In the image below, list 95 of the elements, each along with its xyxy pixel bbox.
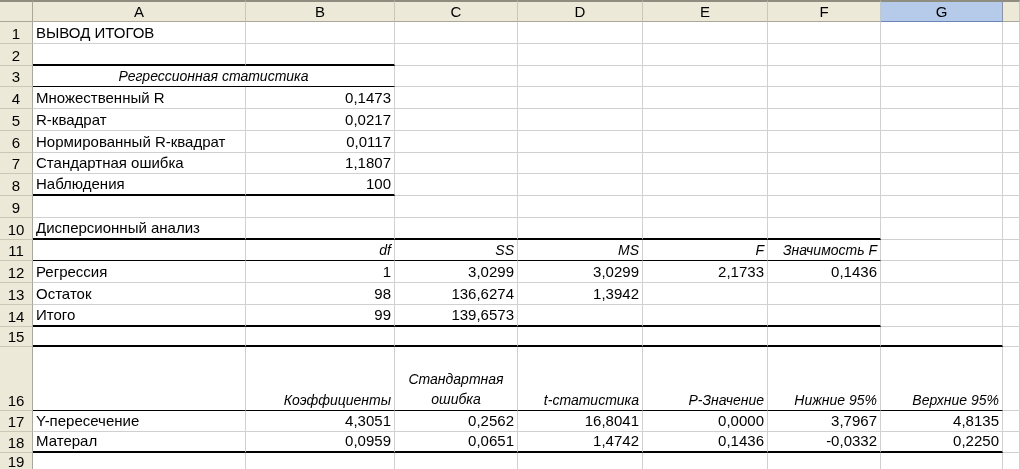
- table-cell: 1,1807: [246, 152, 395, 175]
- table-cell: 3,7967: [768, 410, 881, 432]
- row-header[interactable]: 6: [0, 130, 33, 153]
- table-cell: Множественный R: [33, 87, 246, 109]
- table-cell: 139,6573: [395, 304, 518, 327]
- empty-cell: [1003, 65, 1020, 88]
- column-header[interactable]: C: [395, 0, 518, 22]
- table-cell: 3,0299: [518, 261, 643, 283]
- row-header[interactable]: 11: [0, 239, 33, 262]
- empty-cell: [1003, 239, 1020, 262]
- table-cell: P-Значение: [643, 346, 768, 411]
- table-cell: 0,0959: [246, 431, 395, 453]
- table-cell: 16,8041: [518, 410, 643, 432]
- table-cell: Коэффициенты: [246, 346, 395, 411]
- table-cell: 3,0299: [395, 261, 518, 283]
- table-cell: Регрессия: [33, 261, 246, 283]
- empty-cell: [1003, 346, 1020, 411]
- table-cell: Итого: [33, 304, 246, 327]
- row-header[interactable]: 1: [0, 22, 33, 44]
- table-cell: Значимость F: [768, 239, 881, 262]
- row-header[interactable]: 9: [0, 196, 33, 218]
- table-cell: Нижние 95%: [768, 346, 881, 411]
- row-header[interactable]: 4: [0, 87, 33, 109]
- empty-cell: [1003, 410, 1020, 432]
- column-header[interactable]: D: [518, 0, 643, 22]
- table-cell: 0,0651: [395, 431, 518, 453]
- table-cell: 0,0217: [246, 109, 395, 131]
- table-cell: 0,2250: [881, 431, 1003, 453]
- select-all-corner[interactable]: [0, 0, 33, 22]
- row-header[interactable]: 16: [0, 346, 33, 411]
- table-cell: Матерал: [33, 431, 246, 453]
- row-header[interactable]: 3: [0, 65, 33, 88]
- table-cell: Дисперсионный анализ: [33, 217, 246, 240]
- column-header[interactable]: [1003, 0, 1020, 22]
- table-cell: -0,0332: [768, 431, 881, 453]
- empty-cell: [1003, 174, 1020, 196]
- column-header[interactable]: F: [768, 0, 881, 22]
- row-header[interactable]: 13: [0, 283, 33, 305]
- empty-cell: [1003, 217, 1020, 240]
- empty-cell: [1003, 109, 1020, 131]
- row-header[interactable]: 17: [0, 410, 33, 432]
- empty-cell: [1003, 431, 1020, 453]
- table-cell: 100: [246, 174, 395, 196]
- empty-cell: [1003, 326, 1020, 347]
- empty-cell: [1003, 304, 1020, 327]
- table-cell: 4,3051: [246, 410, 395, 432]
- column-header[interactable]: E: [643, 0, 768, 22]
- table-cell: 99: [246, 304, 395, 327]
- table-cell: R-квадрат: [33, 109, 246, 131]
- row-header[interactable]: 15: [0, 326, 33, 347]
- column-header[interactable]: G: [881, 0, 1003, 22]
- table-cell: Y-пересечение: [33, 410, 246, 432]
- table-cell: MS: [518, 239, 643, 262]
- table-cell: Наблюдения: [33, 174, 246, 196]
- empty-cell: [1003, 43, 1020, 66]
- empty-cell: [1003, 87, 1020, 109]
- table-cell: 136,6274: [395, 283, 518, 305]
- table-cell: Стандартная ошибка: [395, 346, 518, 411]
- table-cell: 0,1473: [246, 87, 395, 109]
- table-cell: SS: [395, 239, 518, 262]
- table-cell: 2,1733: [643, 261, 768, 283]
- table-cell: 1,4742: [518, 431, 643, 453]
- table-cell: Регрессионная статистика: [33, 65, 395, 88]
- table-cell: 1,3942: [518, 283, 643, 305]
- row-header[interactable]: 7: [0, 152, 33, 175]
- empty-cell: [1003, 196, 1020, 218]
- row-header[interactable]: 14: [0, 304, 33, 327]
- row-header[interactable]: 12: [0, 261, 33, 283]
- row-header[interactable]: 10: [0, 217, 33, 240]
- table-cell: Нормированный R-квадрат: [33, 130, 246, 153]
- row-header[interactable]: 2: [0, 43, 33, 66]
- row-header[interactable]: 8: [0, 174, 33, 196]
- empty-cell: [1003, 152, 1020, 175]
- table-cell: 4,8135: [881, 410, 1003, 432]
- row-header[interactable]: 18: [0, 431, 33, 453]
- table-cell: 0,1436: [768, 261, 881, 283]
- table-cell: 0,0117: [246, 130, 395, 153]
- table-cell: df: [246, 239, 395, 262]
- empty-cell: [1003, 130, 1020, 153]
- empty-cell: [1003, 283, 1020, 305]
- table-cell: Стандартная ошибка: [33, 152, 246, 175]
- column-header[interactable]: B: [246, 0, 395, 22]
- empty-cell: [1003, 261, 1020, 283]
- table-cell: 1: [246, 261, 395, 283]
- table-cell: F: [643, 239, 768, 262]
- table-cell: Остаток: [33, 283, 246, 305]
- table-cell: 0,2562: [395, 410, 518, 432]
- row-header[interactable]: 5: [0, 109, 33, 131]
- table-cell: t-статистика: [518, 346, 643, 411]
- table-cell: 0,1436: [643, 431, 768, 453]
- table-cell: 0,0000: [643, 410, 768, 432]
- table-cell: ВЫВОД ИТОГОВ: [33, 22, 246, 44]
- table-cell: Верхние 95%: [881, 346, 1003, 411]
- column-header[interactable]: A: [33, 0, 246, 22]
- table-cell: 98: [246, 283, 395, 305]
